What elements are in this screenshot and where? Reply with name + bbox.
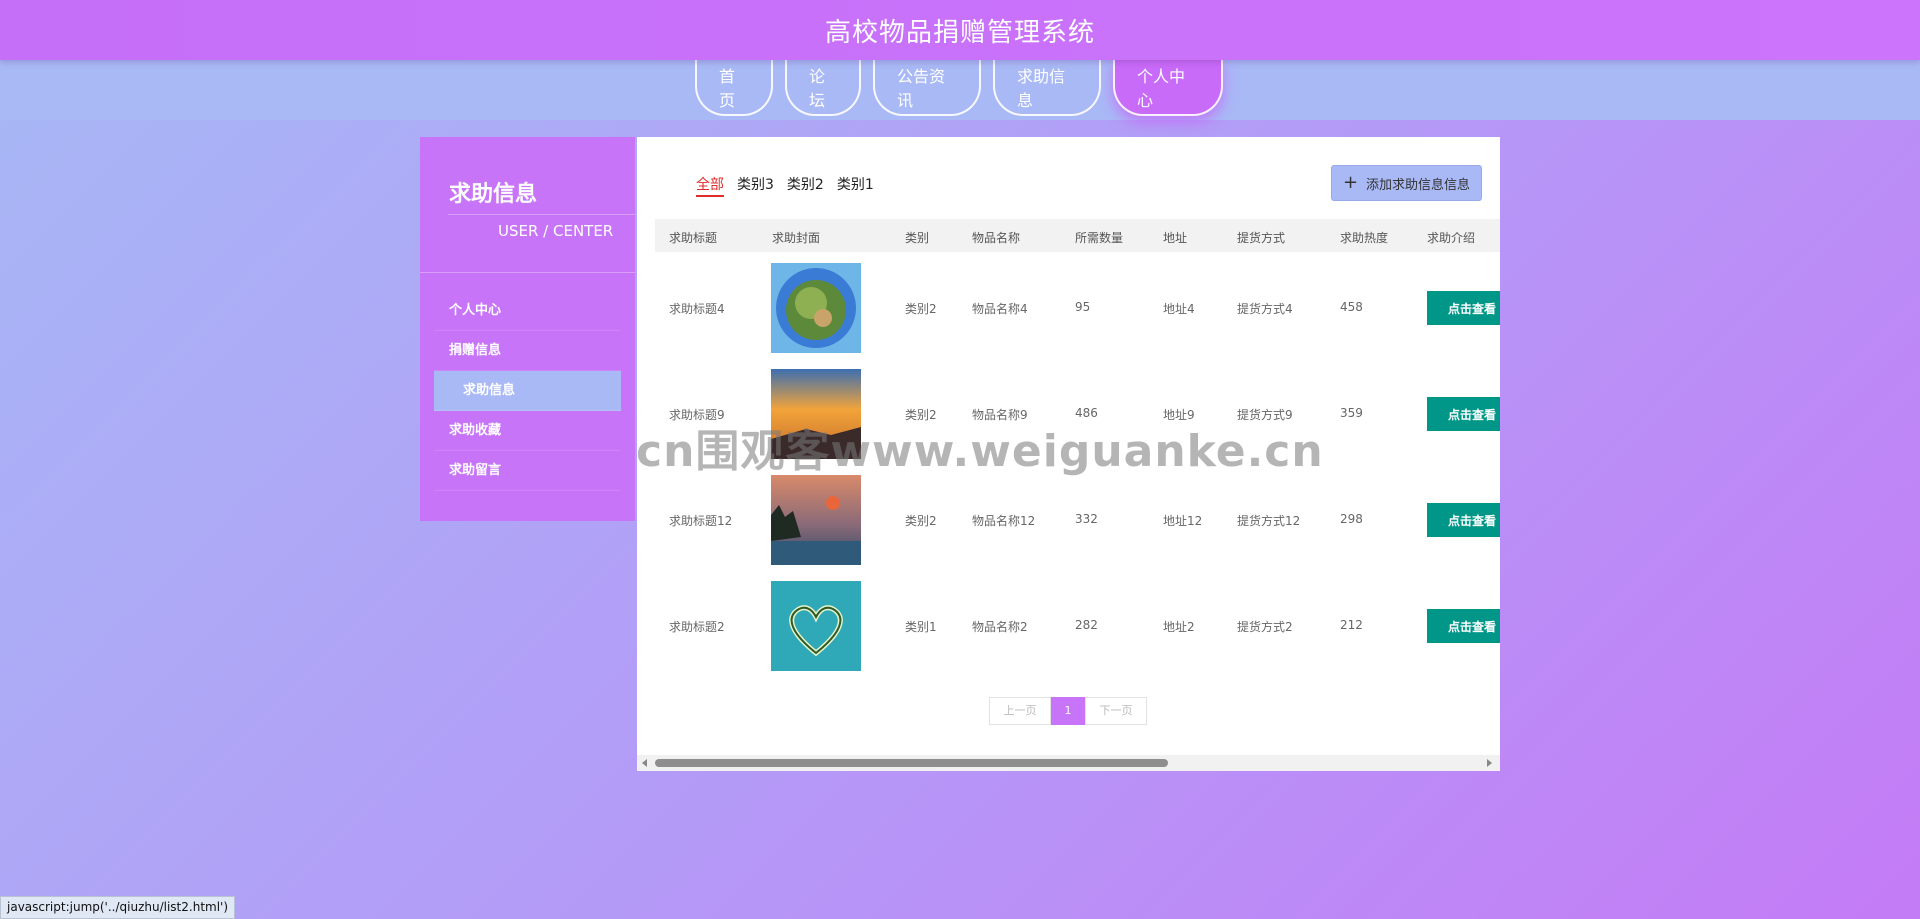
category-2[interactable]: 类别2 xyxy=(787,174,824,197)
nav-announcements[interactable]: 公告资讯 xyxy=(873,60,981,116)
add-help-info-button[interactable]: + 添加求助信息信息 xyxy=(1331,165,1482,201)
cover-image xyxy=(771,475,861,565)
top-header: 高校物品捐赠管理系统 xyxy=(0,0,1920,60)
site-title: 高校物品捐赠管理系统 xyxy=(824,17,1095,48)
sidebar: 求助信息 USER / CENTER 个人中心 捐赠信息 求助信息 求助收藏 求… xyxy=(420,137,635,521)
view-details-button[interactable]: 点击查看 xyxy=(1427,397,1500,431)
cell-title: 求助标题4 xyxy=(669,302,725,316)
cell-title: 求助标题2 xyxy=(669,620,725,634)
view-details-button[interactable]: 点击查看 xyxy=(1427,609,1500,643)
cell-title: 求助标题12 xyxy=(669,514,733,528)
sidebar-divider xyxy=(448,214,635,215)
nav-help-info[interactable]: 求助信息 xyxy=(993,60,1101,116)
column-header: 物品名称 xyxy=(972,231,1021,245)
cell-quantity: 95 xyxy=(1075,300,1091,314)
column-header: 地址 xyxy=(1163,231,1188,245)
sidebar-menu: 个人中心 捐赠信息 求助信息 求助收藏 求助留言 xyxy=(434,291,621,491)
scroll-thumb[interactable] xyxy=(655,759,1168,767)
table-row: 求助标题12 类别2 物品名称12 332 地址12 提货方式12 298 点击… xyxy=(655,467,1500,573)
cell-address: 地址12 xyxy=(1163,514,1203,528)
column-header: 求助标题 xyxy=(669,231,718,245)
category-1[interactable]: 类别1 xyxy=(837,174,874,197)
column-header: 求助热度 xyxy=(1340,231,1389,245)
cell-quantity: 332 xyxy=(1075,512,1098,526)
table-row: 求助标题2 类别1 物品名称2 282 地址2 提货方式2 212 点击查看 xyxy=(655,573,1500,679)
cover-image xyxy=(771,263,861,353)
cell-heat: 212 xyxy=(1340,618,1363,632)
cell-quantity: 282 xyxy=(1075,618,1098,632)
cell-category: 类别2 xyxy=(905,302,937,316)
cell-item-name: 物品名称12 xyxy=(972,514,1036,528)
category-tabs: 全部 类别3 类别2 类别1 xyxy=(696,174,874,197)
cell-pickup: 提货方式2 xyxy=(1237,620,1293,634)
sidebar-item-help-messages[interactable]: 求助留言 xyxy=(434,451,621,491)
current-page[interactable]: 1 xyxy=(1051,697,1085,725)
next-page-button[interactable]: 下一页 xyxy=(1085,697,1147,725)
cell-heat: 458 xyxy=(1340,300,1363,314)
browser-status-bar: javascript:jump('../qiuzhu/list2.html') xyxy=(0,896,236,919)
prev-page-button[interactable]: 上一页 xyxy=(989,697,1051,725)
category-3[interactable]: 类别3 xyxy=(737,174,774,197)
sidebar-item-personal-center[interactable]: 个人中心 xyxy=(434,291,621,331)
cell-address: 地址4 xyxy=(1163,302,1195,316)
cell-category: 类别2 xyxy=(905,514,937,528)
horizontal-scrollbar[interactable] xyxy=(637,755,1500,771)
cell-heat: 359 xyxy=(1340,406,1363,420)
sidebar-title: 求助信息 xyxy=(449,182,538,207)
column-header: 所需数量 xyxy=(1075,231,1124,245)
nav-home[interactable]: 首页 xyxy=(695,60,773,116)
table-row: 求助标题4 类别2 物品名称4 95 地址4 提货方式4 458 点击查看 xyxy=(655,255,1500,361)
nav-personal-center[interactable]: 个人中心 xyxy=(1113,60,1223,116)
plus-icon: + xyxy=(1342,172,1359,193)
cover-image xyxy=(771,581,861,671)
sidebar-item-help-favorites[interactable]: 求助收藏 xyxy=(434,411,621,451)
sidebar-divider xyxy=(420,272,635,273)
main-nav: 首页 论坛 公告资讯 求助信息 个人中心 xyxy=(0,60,1920,122)
cell-category: 类别1 xyxy=(905,620,937,634)
add-button-label: 添加求助信息信息 xyxy=(1366,177,1471,193)
column-header: 求助封面 xyxy=(772,231,821,245)
nav-forum[interactable]: 论坛 xyxy=(785,60,861,116)
scroll-left-arrow-icon[interactable] xyxy=(642,759,647,767)
cell-address: 地址2 xyxy=(1163,620,1195,634)
sidebar-subtitle: USER / CENTER xyxy=(498,222,614,240)
view-details-button[interactable]: 点击查看 xyxy=(1427,503,1500,537)
sidebar-item-help-info[interactable]: 求助信息 xyxy=(434,371,621,411)
column-header: 提货方式 xyxy=(1237,231,1286,245)
column-header: 类别 xyxy=(905,231,930,245)
cell-item-name: 物品名称4 xyxy=(972,302,1028,316)
cell-heat: 298 xyxy=(1340,512,1363,526)
watermark: cn围观客www.weiguanke.cn xyxy=(636,426,1324,477)
table-header: 求助标题 求助封面 类别 物品名称 所需数量 地址 提货方式 求助热度 求助介绍 xyxy=(655,219,1500,252)
sidebar-item-donation-info[interactable]: 捐赠信息 xyxy=(434,331,621,371)
view-details-button[interactable]: 点击查看 xyxy=(1427,291,1500,325)
category-all[interactable]: 全部 xyxy=(696,174,724,197)
cell-pickup: 提货方式4 xyxy=(1237,302,1293,316)
pagination: 上一页 1 下一页 xyxy=(989,697,1147,725)
cell-pickup: 提货方式12 xyxy=(1237,514,1301,528)
cell-item-name: 物品名称2 xyxy=(972,620,1028,634)
column-header: 求助介绍 xyxy=(1427,231,1476,245)
scroll-right-arrow-icon[interactable] xyxy=(1487,759,1492,767)
